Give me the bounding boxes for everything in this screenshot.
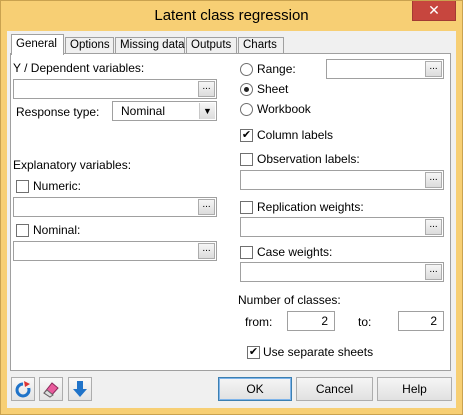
ok-button[interactable]: OK bbox=[218, 377, 292, 401]
observation-select-button[interactable]: ... bbox=[425, 172, 442, 188]
ellipsis-icon: ... bbox=[202, 199, 211, 210]
column-labels-checkbox[interactable]: ✔ bbox=[240, 129, 253, 142]
response-type-select[interactable]: Nominal ▼ bbox=[112, 101, 217, 121]
clear-button[interactable] bbox=[39, 377, 63, 401]
ellipsis-icon: ... bbox=[429, 61, 438, 72]
dependent-variables-field[interactable]: ... bbox=[13, 79, 217, 99]
checkmark-icon: ✔ bbox=[248, 346, 259, 358]
checkmark-icon: ✔ bbox=[241, 129, 252, 141]
general-panel: Y / Dependent variables: ... Response ty… bbox=[10, 53, 451, 371]
from-label: from: bbox=[245, 315, 273, 329]
observation-labels-field[interactable]: ... bbox=[240, 170, 444, 190]
from-classes-input[interactable]: 2 bbox=[287, 311, 335, 331]
dependent-select-button[interactable]: ... bbox=[198, 81, 215, 97]
title-bar[interactable]: Latent class regression ✕ bbox=[1, 1, 462, 31]
close-button[interactable]: ✕ bbox=[412, 1, 456, 21]
ellipsis-icon: ... bbox=[202, 81, 211, 92]
nominal-checkbox[interactable] bbox=[16, 224, 29, 237]
range-radio[interactable] bbox=[240, 63, 253, 76]
separate-sheets-checkbox[interactable]: ✔ bbox=[247, 346, 260, 359]
replication-weights-checkbox[interactable] bbox=[240, 201, 253, 214]
window-title: Latent class regression bbox=[154, 7, 309, 24]
help-button[interactable]: Help bbox=[377, 377, 452, 401]
range-select-button[interactable]: ... bbox=[425, 61, 442, 77]
numeric-label: Numeric: bbox=[33, 179, 82, 193]
tab-options[interactable]: Options bbox=[65, 37, 114, 54]
tab-outputs[interactable]: Outputs bbox=[186, 37, 237, 54]
reset-icon bbox=[15, 381, 31, 398]
tab-charts[interactable]: Charts bbox=[238, 37, 284, 54]
observation-labels-label: Observation labels: bbox=[257, 152, 360, 166]
observation-labels-checkbox[interactable] bbox=[240, 153, 253, 166]
case-weights-field[interactable]: ... bbox=[240, 262, 444, 282]
ellipsis-icon: ... bbox=[429, 219, 438, 230]
nominal-select-button[interactable]: ... bbox=[198, 243, 215, 259]
close-icon: ✕ bbox=[428, 2, 440, 18]
case-weights-label: Case weights: bbox=[257, 245, 333, 259]
workbook-radio[interactable] bbox=[240, 103, 253, 116]
replication-weights-label: Replication weights: bbox=[257, 200, 364, 214]
separate-sheets-label: Use separate sheets bbox=[263, 345, 374, 359]
tab-missing-data[interactable]: Missing data bbox=[115, 37, 185, 54]
numeric-checkbox[interactable] bbox=[16, 180, 29, 193]
move-down-button[interactable] bbox=[68, 377, 92, 401]
chevron-down-icon: ▼ bbox=[199, 103, 215, 119]
replication-weights-field[interactable]: ... bbox=[240, 217, 444, 237]
tab-general[interactable]: General bbox=[11, 34, 64, 55]
response-type-label: Response type: bbox=[16, 105, 100, 119]
dialog-window: Latent class regression ✕ General Option… bbox=[0, 0, 463, 415]
dialog-client: General Options Missing data Outputs Cha… bbox=[7, 31, 456, 408]
explanatory-variables-label: Explanatory variables: bbox=[13, 158, 132, 172]
number-of-classes-label: Number of classes: bbox=[238, 293, 341, 307]
to-label: to: bbox=[358, 315, 372, 329]
eraser-icon bbox=[43, 382, 59, 398]
nominal-label: Nominal: bbox=[33, 223, 81, 237]
numeric-select-button[interactable]: ... bbox=[198, 199, 215, 215]
cancel-button[interactable]: Cancel bbox=[296, 377, 373, 401]
ellipsis-icon: ... bbox=[429, 264, 438, 275]
numeric-field[interactable]: ... bbox=[13, 197, 217, 217]
sheet-radio[interactable] bbox=[240, 83, 253, 96]
ellipsis-icon: ... bbox=[202, 243, 211, 254]
case-weights-checkbox[interactable] bbox=[240, 246, 253, 259]
radio-selected-dot bbox=[244, 87, 249, 92]
to-classes-input[interactable]: 2 bbox=[398, 311, 444, 331]
workbook-label: Workbook bbox=[257, 102, 311, 116]
range-field[interactable]: ... bbox=[326, 59, 444, 79]
dependent-variables-label: Y / Dependent variables: bbox=[13, 61, 145, 75]
replication-select-button[interactable]: ... bbox=[425, 219, 442, 235]
nominal-field[interactable]: ... bbox=[13, 241, 217, 261]
down-arrow-icon bbox=[73, 381, 87, 397]
range-label: Range: bbox=[257, 62, 296, 76]
sheet-label: Sheet bbox=[257, 82, 289, 96]
ellipsis-icon: ... bbox=[429, 172, 438, 183]
reset-button[interactable] bbox=[11, 377, 35, 401]
column-labels-label: Column labels bbox=[257, 128, 334, 142]
case-weights-select-button[interactable]: ... bbox=[425, 264, 442, 280]
